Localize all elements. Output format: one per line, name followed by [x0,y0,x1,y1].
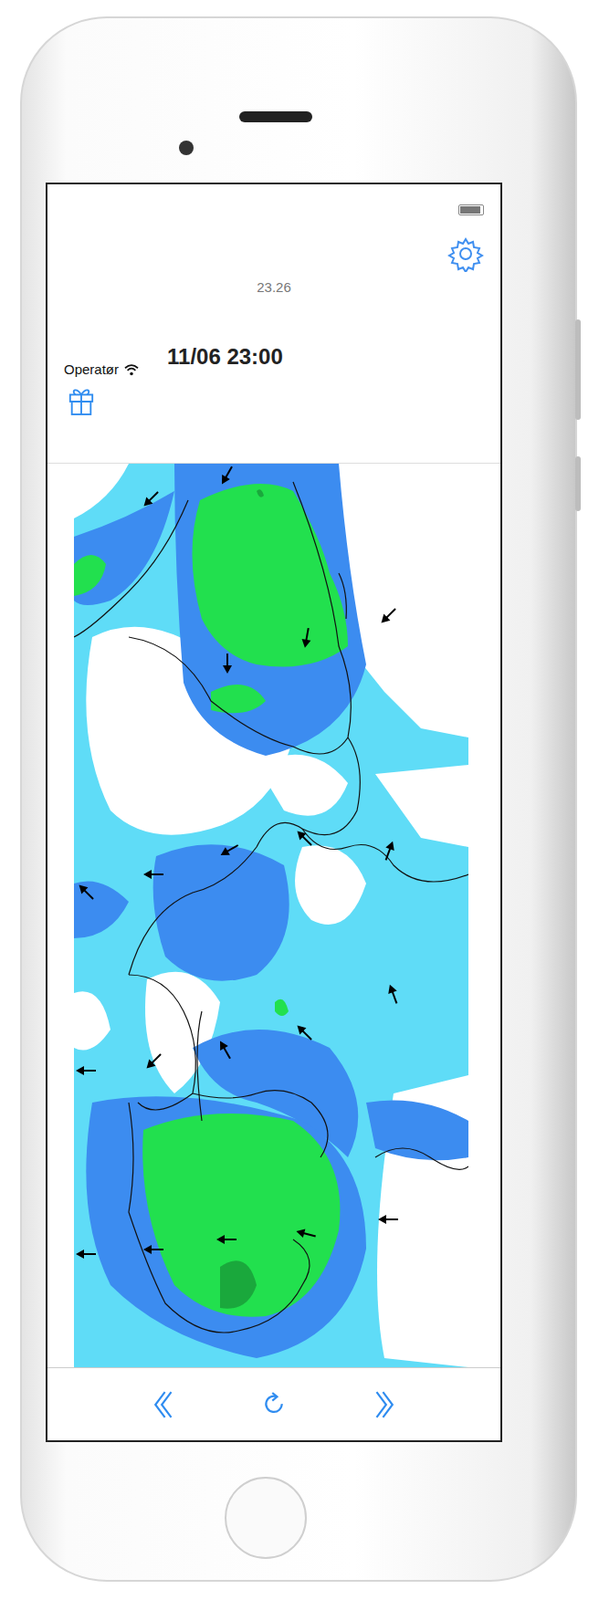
battery-icon [458,204,484,216]
wind-arrow-icon [300,627,314,649]
next-chevron-icon[interactable] [373,1388,398,1422]
camera [178,140,194,156]
wind-arrow-icon [378,605,400,627]
date-title: 11/06 23:00 [167,344,284,370]
previous-chevron-icon[interactable] [150,1388,175,1422]
wind-arrow-icon [378,1215,399,1225]
wind-arrow-icon [75,882,97,904]
wifi-icon [123,363,140,377]
wind-arrow-icon [143,1050,165,1072]
screen: 23.26 Operatør 11/06 23:00 [45,182,503,1443]
settings-gear-icon[interactable] [447,235,484,273]
wind-arrow-icon [143,870,164,880]
wind-arrow-icon [294,1227,317,1241]
wind-arrow-icon [218,464,237,487]
wind-arrow-icon [75,1250,96,1260]
home-button[interactable] [224,1477,307,1560]
refresh-icon[interactable] [262,1388,286,1422]
header: 23.26 Operatør 11/06 23:00 [47,184,501,464]
wind-arrow-icon [385,983,401,1006]
gift-icon[interactable] [67,384,95,418]
wind-arrow-icon [294,1022,316,1044]
wind-arrow-icon [216,1235,237,1245]
wind-arrow-icon [218,841,241,861]
wind-arrow-icon [294,828,316,850]
wind-arrow-icon [75,1066,96,1076]
wind-arrow-icon [381,840,398,862]
volume-button [575,456,581,512]
wind-arrow-icon [143,1245,164,1255]
carrier: Operatør [63,361,140,378]
wind-arrow-icon [216,1039,235,1062]
speaker [239,111,313,123]
toolbar [47,1367,501,1441]
status-time: 23.26 [63,279,484,296]
side-button [575,319,581,421]
precipitation-map[interactable] [73,463,469,1368]
wind-arrow-icon [222,653,232,674]
wind-arrow-icon [140,488,162,510]
phone-frame: 23.26 Operatør 11/06 23:00 [20,16,578,1583]
